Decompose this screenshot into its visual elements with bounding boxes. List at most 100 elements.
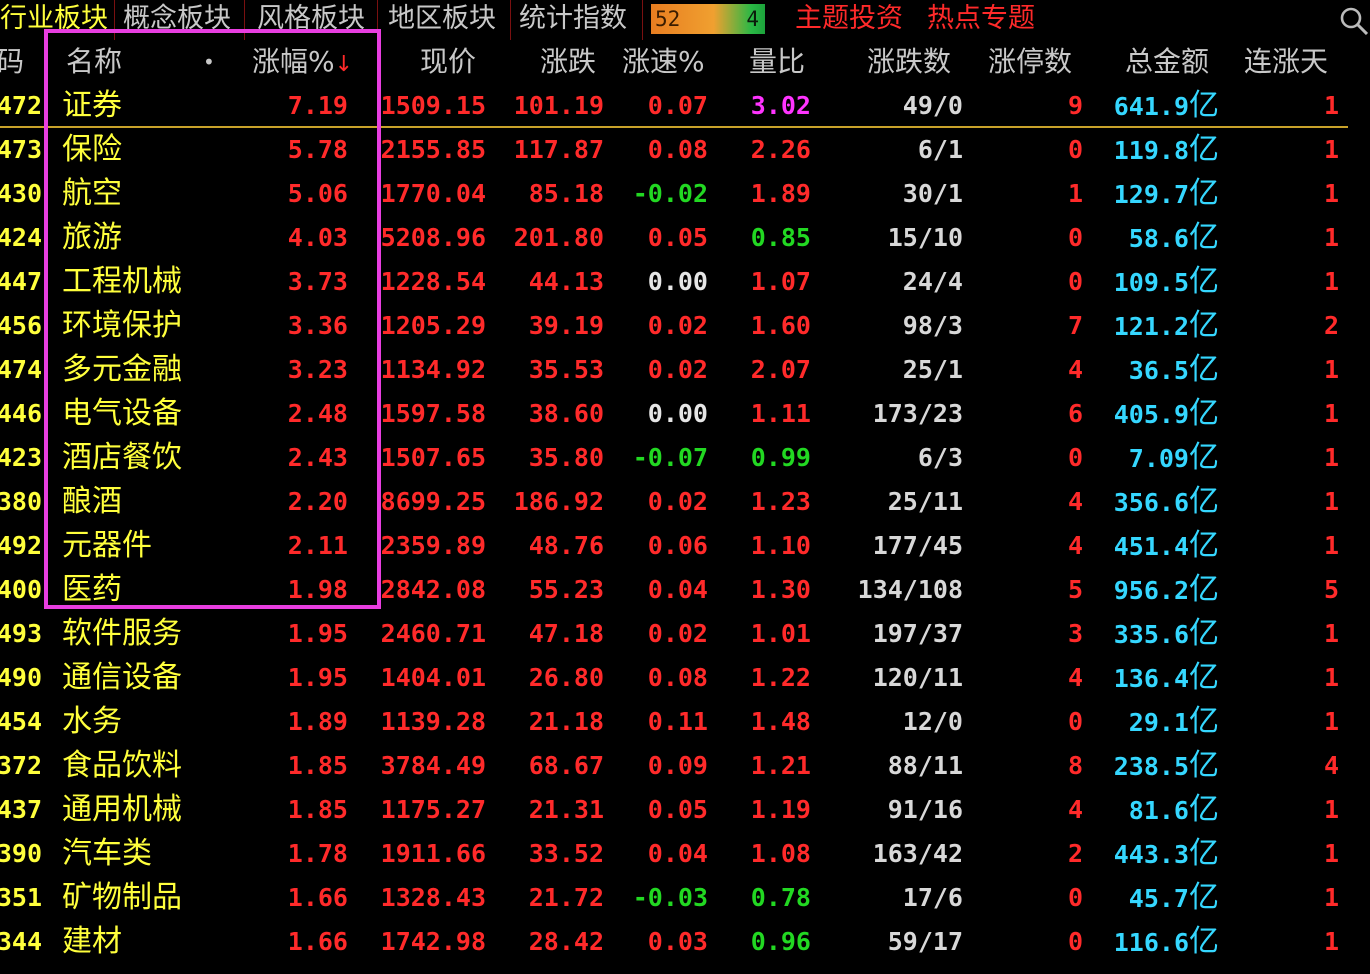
up-days: 1 [1323, 883, 1339, 912]
col-speed-header[interactable]: 涨速% [622, 40, 705, 84]
col-code-header[interactable]: 码 [0, 40, 24, 84]
total-amount: 81.6亿 [1129, 788, 1219, 832]
change-value: 68.67 [528, 751, 604, 780]
up-down-count: 91/16 [887, 795, 963, 824]
limit-up-count: 4 [1067, 663, 1083, 692]
up-down-count: 134/108 [857, 575, 963, 604]
table-row[interactable]: 437 通用机械 1.85 1175.27 21.31 0.05 1.19 91/16 4 81.… [0, 788, 1370, 832]
total-amount: 121.2亿 [1114, 304, 1219, 348]
amount-value: 36.5 [1128, 356, 1189, 385]
up-days: 1 [1323, 223, 1339, 252]
change-value: 186.92 [513, 487, 604, 516]
up-down-count: 59/17 [887, 927, 963, 956]
total-amount: 58.6亿 [1129, 216, 1219, 260]
price: 1742.98 [381, 927, 486, 956]
speed-pct: 0.04 [647, 575, 708, 604]
total-amount: 451.4亿 [1114, 524, 1219, 568]
change-pct: 1.95 [287, 663, 348, 692]
highlight-box [44, 29, 381, 609]
amount-unit: 亿 [1189, 616, 1219, 651]
speed-pct: 0.02 [647, 355, 708, 384]
change-value: 21.72 [528, 883, 604, 912]
col-limit-up-header[interactable]: 涨停数 [988, 40, 1072, 84]
up-days: 1 [1323, 355, 1339, 384]
col-volume-ratio-header[interactable]: 量比 [749, 40, 805, 84]
search-icon[interactable] [1338, 5, 1368, 35]
change-value: 26.80 [528, 663, 604, 692]
price: 2359.89 [381, 531, 486, 560]
amount-value: 121.2 [1113, 312, 1189, 341]
amount-value: 356.6 [1113, 488, 1189, 517]
table-row[interactable]: 493 软件服务 1.95 2460.71 47.18 0.02 1.01 197/37 3 33… [0, 612, 1370, 656]
price: 1507.65 [381, 443, 486, 472]
amount-value: 116.6 [1113, 928, 1189, 957]
sector-code: 430 [0, 179, 42, 208]
table-row[interactable]: 454 水务 1.89 1139.28 21.18 0.11 1.48 12/0 0 29.1亿 1 [0, 700, 1370, 744]
speed-pct: -0.07 [632, 443, 708, 472]
limit-up-count: 2 [1067, 839, 1083, 868]
volume-ratio: 0.99 [750, 443, 811, 472]
speed-pct: 0.08 [647, 135, 708, 164]
up-days: 1 [1323, 135, 1339, 164]
amount-unit: 亿 [1189, 264, 1219, 299]
col-up-down-header[interactable]: 涨跌数 [867, 40, 951, 84]
change-pct: 1.85 [287, 795, 348, 824]
hot-topic-link[interactable]: 热点专题 [927, 0, 1047, 40]
total-amount: 405.9亿 [1114, 392, 1219, 436]
total-amount: 119.8亿 [1114, 128, 1219, 172]
sector-name: 通用机械 [62, 792, 182, 827]
total-amount: 129.7亿 [1114, 172, 1219, 216]
volume-ratio: 1.07 [750, 267, 811, 296]
sector-code: 446 [0, 399, 42, 428]
change-pct: 1.66 [287, 883, 348, 912]
decline-count: 4 [746, 7, 759, 31]
up-days: 1 [1323, 91, 1339, 120]
total-amount: 641.9亿 [1114, 84, 1219, 128]
table-row[interactable]: 372 食品饮料 1.85 3784.49 68.67 0.09 1.21 88/11 8 238… [0, 744, 1370, 788]
price: 1139.28 [381, 707, 486, 736]
volume-ratio: 1.23 [750, 487, 811, 516]
table-row[interactable]: 351 矿物制品 1.66 1328.43 21.72 -0.03 0.78 17/6 0 45.… [0, 876, 1370, 920]
change-value: 21.31 [528, 795, 604, 824]
up-down-count: 177/45 [872, 531, 963, 560]
up-down-count: 163/42 [872, 839, 963, 868]
col-price-header[interactable]: 现价 [420, 40, 476, 84]
sector-code: 454 [0, 707, 42, 736]
table-row[interactable]: 490 通信设备 1.95 1404.01 26.80 0.08 1.22 120/11 4 13… [0, 656, 1370, 700]
tab-stat-index[interactable]: 统计指数 [511, 0, 643, 40]
col-amount-header[interactable]: 总金额 [1125, 40, 1209, 84]
volume-ratio: 2.07 [750, 355, 811, 384]
topic-investment-link[interactable]: 主题投资 [795, 0, 915, 40]
table-row[interactable]: 344 建材 1.66 1742.98 28.42 0.03 0.96 59/17 0 116.6… [0, 920, 1370, 964]
up-days: 5 [1323, 575, 1339, 604]
amount-unit: 亿 [1189, 880, 1219, 915]
tab-region-sector[interactable]: 地区板块 [378, 0, 511, 40]
sector-code: 493 [0, 619, 42, 648]
amount-unit: 亿 [1189, 484, 1219, 519]
col-up-days-header[interactable]: 连涨天 [1244, 40, 1328, 84]
total-amount: 45.7亿 [1129, 876, 1219, 920]
up-down-count: 98/3 [902, 311, 963, 340]
amount-unit: 亿 [1189, 396, 1219, 431]
up-down-count: 24/4 [902, 267, 963, 296]
amount-value: 443.3 [1113, 840, 1189, 869]
limit-up-count: 4 [1067, 355, 1083, 384]
limit-up-count: 0 [1067, 707, 1083, 736]
table-row[interactable]: 390 汽车类 1.78 1911.66 33.52 0.04 1.08 163/42 2 443… [0, 832, 1370, 876]
amount-unit: 亿 [1189, 572, 1219, 607]
amount-unit: 亿 [1189, 792, 1219, 827]
col-change-header[interactable]: 涨跌 [540, 40, 596, 84]
amount-unit: 亿 [1189, 528, 1219, 563]
up-down-count: 25/11 [887, 487, 963, 516]
amount-unit: 亿 [1189, 132, 1219, 167]
amount-unit: 亿 [1189, 836, 1219, 871]
sector-code: 456 [0, 311, 42, 340]
amount-value: 335.6 [1113, 620, 1189, 649]
up-down-count: 6/1 [917, 135, 963, 164]
speed-pct: 0.05 [647, 795, 708, 824]
sector-code: 490 [0, 663, 42, 692]
up-down-count: 12/0 [902, 707, 963, 736]
sector-code: 437 [0, 795, 42, 824]
sector-code: 423 [0, 443, 42, 472]
amount-unit: 亿 [1189, 660, 1219, 695]
